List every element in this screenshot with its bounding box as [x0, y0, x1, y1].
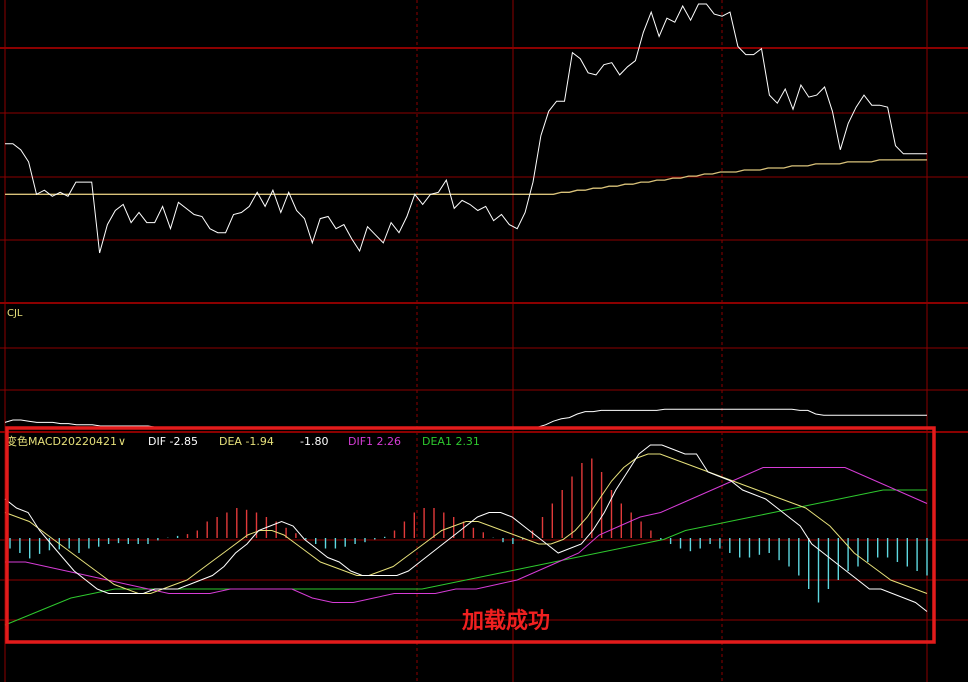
macd-value-readout: -1.80	[300, 435, 328, 448]
stock-chart: CJL 变色MACD20220421 ∨ DIF -2.85 DEA -1.94…	[0, 0, 968, 682]
indicator-dropdown-icon[interactable]: ∨	[118, 435, 126, 448]
dif-readout: DIF -2.85	[148, 435, 198, 448]
volume-indicator-label: CJL	[7, 308, 23, 319]
load-success-message: 加载成功	[461, 608, 550, 634]
indicator-name[interactable]: 变色MACD20220421	[6, 434, 117, 448]
dif1-readout: DIF1 2.26	[348, 435, 401, 448]
dea1-readout: DEA1 2.31	[422, 435, 480, 448]
dea-readout: DEA -1.94	[219, 435, 274, 448]
